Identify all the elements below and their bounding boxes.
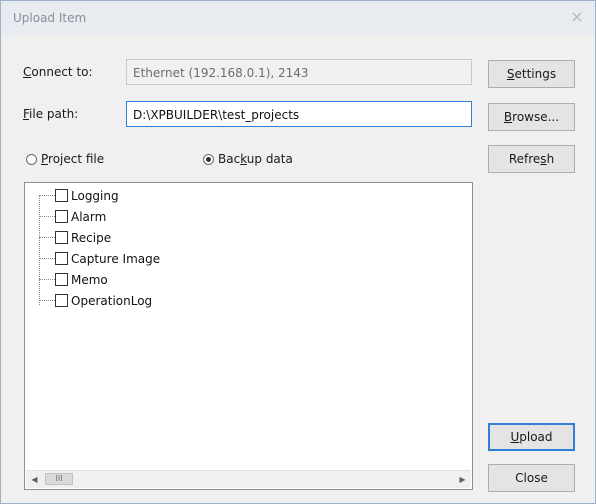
backup-data-label: Backup data [218,152,293,166]
tree-item-logging[interactable]: Logging [39,185,119,206]
tree-item-capture-image[interactable]: Capture Image [39,248,160,269]
connect-to-label: Connect to: [23,65,93,79]
radio-unchecked-icon [26,153,37,165]
tree-item-operationlog[interactable]: OperationLog [39,290,152,311]
connection-field: Ethernet (192.168.0.1), 2143 [126,59,472,85]
tree-item-label: Logging [71,188,119,203]
checkbox-icon[interactable] [55,231,68,244]
upload-item-dialog: Upload Item × Connect to: Ethernet (192.… [0,0,596,504]
scroll-thumb[interactable]: III [45,473,73,485]
dialog-title: Upload Item [13,11,87,25]
project-file-radio[interactable]: Project file [26,152,104,166]
tree-item-label: OperationLog [71,293,153,308]
browse-button[interactable]: Browse... [488,103,575,131]
checkbox-icon[interactable] [55,210,68,223]
item-tree[interactable]: Logging Alarm Recipe Capture Image Memo … [24,182,473,490]
checkbox-icon[interactable] [55,273,68,286]
upload-button[interactable]: Upload [488,423,575,451]
file-path-label: File path: [23,107,79,121]
tree-item-label: Recipe [71,230,112,245]
refresh-button[interactable]: Refresh [488,145,575,173]
scroll-left-arrow-icon[interactable]: ◀ [26,471,43,488]
checkbox-icon[interactable] [55,252,68,265]
file-path-input[interactable]: D:\XPBUILDER\test_projects [126,101,472,127]
radio-checked-icon [203,153,214,165]
title-bar[interactable]: Upload Item × [1,1,595,35]
tree-item-memo[interactable]: Memo [39,269,108,290]
tree-item-recipe[interactable]: Recipe [39,227,111,248]
scroll-right-arrow-icon[interactable]: ▶ [454,471,471,488]
close-button[interactable]: Close [488,464,575,492]
project-file-label: Project file [41,152,105,166]
tree-item-label: Capture Image [71,251,161,266]
checkbox-icon[interactable] [55,294,68,307]
close-icon[interactable]: × [569,7,585,27]
tree-item-label: Alarm [71,209,107,224]
settings-button[interactable]: Settings [488,60,575,88]
backup-data-radio[interactable]: Backup data [203,152,293,166]
horizontal-scrollbar[interactable]: ◀ III ▶ [26,470,471,488]
tree-item-alarm[interactable]: Alarm [39,206,106,227]
tree-item-label: Memo [71,272,108,287]
checkbox-icon[interactable] [55,189,68,202]
